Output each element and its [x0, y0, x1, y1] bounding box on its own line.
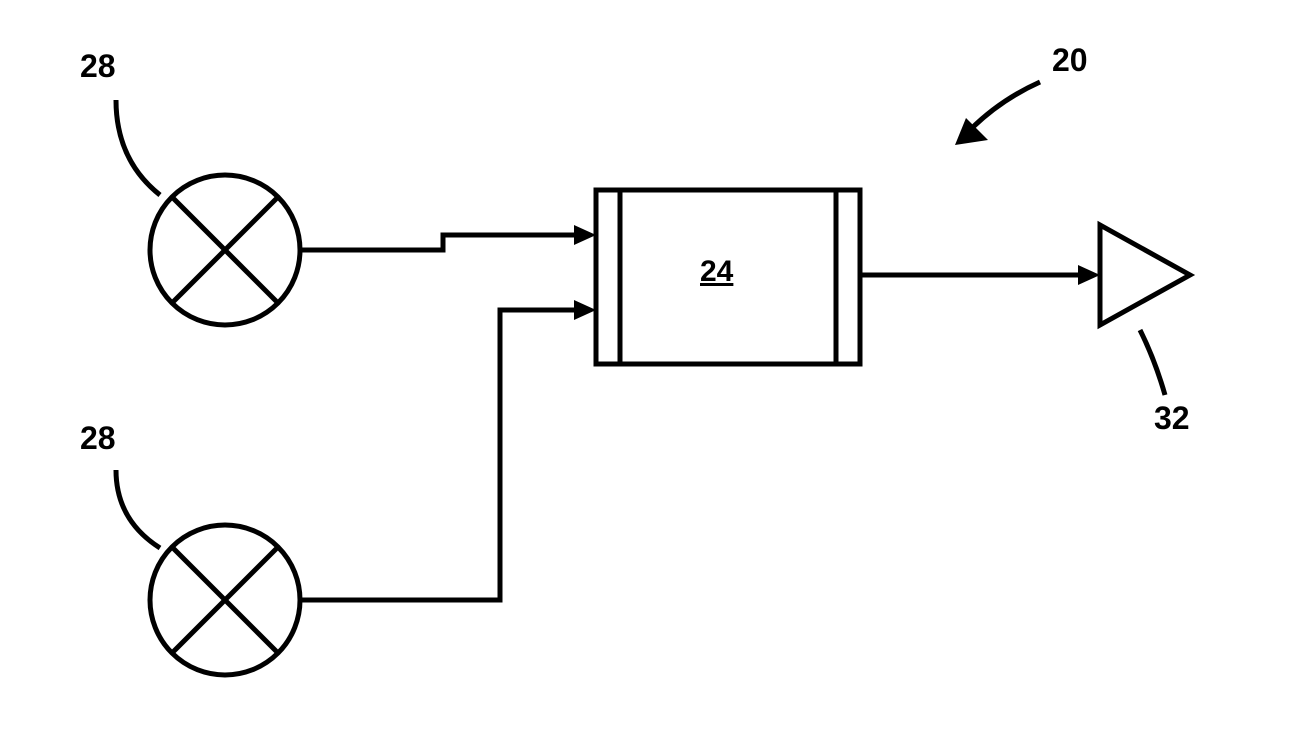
arrow-output [860, 265, 1100, 285]
output-triangle-icon [1100, 225, 1190, 325]
block-diagram: 28 28 20 32 24 [0, 0, 1304, 747]
input-top-icon [150, 175, 300, 325]
leader-28-bottom [116, 470, 160, 548]
system-pointer [955, 82, 1040, 145]
leader-32 [1140, 330, 1165, 395]
arrow-top-input [300, 225, 596, 250]
leader-28-top [116, 100, 160, 195]
block [596, 190, 860, 364]
input-bottom-icon [150, 525, 300, 675]
arrow-bottom-input [300, 300, 596, 600]
diagram-svg [0, 0, 1304, 747]
